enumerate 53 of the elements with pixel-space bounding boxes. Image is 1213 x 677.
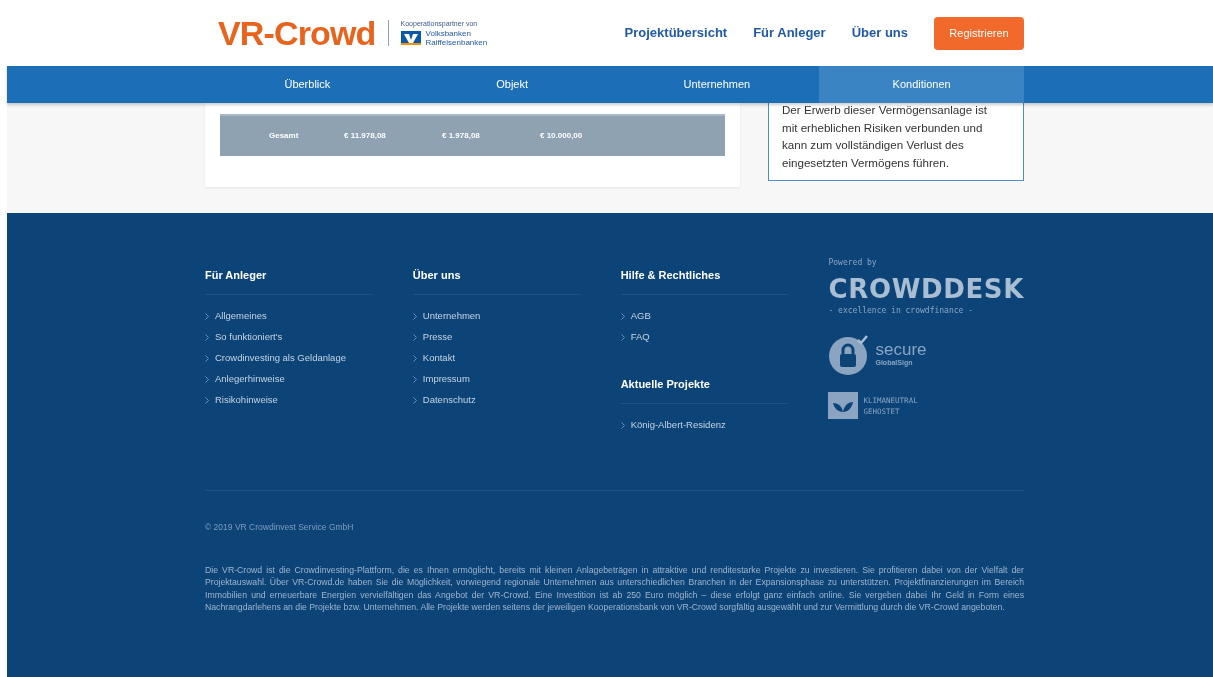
padlock-icon (828, 334, 871, 376)
section-tab[interactable]: Konditionen (819, 66, 1024, 103)
footer-heading: Aktuelle Projekte (620, 378, 710, 390)
footer-link[interactable]: Datenschutz (422, 393, 476, 408)
crowddesk-tagline: - excellence in crowdfinance - (828, 305, 974, 317)
chevron-icon (412, 397, 417, 404)
footer-link[interactable]: Risikohinweise (215, 393, 278, 408)
nav-link[interactable]: Über uns (851, 23, 908, 43)
chevron-icon (205, 313, 209, 320)
crowddesk-logo[interactable]: CROWDDESK (828, 276, 1024, 302)
chevron-icon (205, 397, 209, 404)
summary-cell-text: € 10.000,00 (540, 130, 584, 142)
about-text: Die VR-Crowd ist die Crowdinvesting-Plattform, die es Ihnen ermöglicht, bereits mit kleinen Anlagebeträgen in attraktive und renditestarke Projekte zu investieren. Sie profitieren dabei von der Vielfalt der Projektauswahl. Über VR-Crowd.de haben Sie die Möglichkeit, vorwiegend regionale Unternehmen aus unterschiedlichen Branchen in der Expansionsphase zu unterstützen. Projektfinanzierungen im Bereich Immobilien und erneuerbare Energien vervielfältigen das Angebot der VR-Crowd. Eine Investition ist ab 250 Euro möglich – diese erfolgt ganz einfach online. Sie vergeben dabei Ihr Geld in Form eines Nachrangdarlehens an die Projekte bzw. Unternehmen. Alle Projekte werden seitens der jeweiligen Kooperationsbank von VR-Crowd sorgfältig ausgewählt und zur Vermittlung durch die VR-Crowd angeboten. (205, 564, 1024, 614)
risk-notice: Der Erwerb dieser Vermögensanlage ist mit erheblichen Risiken verbunden und kann zum vollständigen Verlust des eingesetzten Vermögens führen. (782, 103, 988, 171)
footer-link[interactable]: Presse (422, 330, 453, 345)
partner-name: Raiffeisenbanken (425, 37, 488, 47)
section-tab[interactable]: Überblick (205, 66, 410, 103)
footer-link[interactable]: Anlegerhinweise (215, 372, 285, 387)
chevron-icon (620, 313, 625, 320)
summary-cell-text: € 11.978,08 (344, 130, 387, 142)
summary-cell-text: Gesamt (269, 130, 300, 142)
footer-heading: Über uns (412, 269, 461, 281)
footer-link[interactable]: Unternehmen (422, 309, 481, 324)
copyright-text: © 2019 VR Crowdinvest Service GmbH (205, 522, 354, 532)
chevron-icon (412, 355, 417, 362)
bank-logo-icon (400, 30, 421, 45)
chevron-icon (205, 376, 209, 383)
footer-link[interactable]: Crowdinvesting als Geldanlage (215, 351, 346, 366)
footer-link[interactable]: König-Albert-Residenz (630, 418, 726, 433)
section-tab[interactable]: Objekt (409, 66, 615, 103)
footer-heading: Hilfe & Rechtliches (620, 269, 721, 281)
chevron-icon (620, 422, 625, 429)
nav-link[interactable]: Projektübersicht (624, 23, 728, 43)
footer-link[interactable]: Impressum (422, 372, 470, 387)
partner-name: Volksbanken (425, 28, 472, 38)
footer-link[interactable]: FAQ (630, 330, 650, 345)
footer-link[interactable]: AGB (630, 309, 651, 324)
footer-link[interactable]: Allgemeines (215, 309, 267, 324)
chevron-icon (412, 334, 417, 341)
chevron-icon (412, 313, 417, 320)
nav-link[interactable]: Für Anleger (753, 23, 826, 43)
section-tab[interactable]: Unternehmen (614, 66, 820, 103)
chevron-icon (620, 334, 625, 341)
footer-link[interactable]: Kontakt (422, 351, 456, 366)
chevron-icon (205, 334, 209, 341)
leaf-icon (828, 392, 859, 419)
powered-by-label: Powered by (828, 257, 878, 269)
footer-link[interactable]: So funktioniert's (215, 330, 283, 345)
chevron-icon (205, 355, 209, 362)
chevron-icon (412, 376, 417, 383)
footer-heading: Für Anleger (205, 269, 267, 281)
summary-cell-text: € 1.978,08 (442, 130, 481, 142)
secure-label: secure (875, 341, 927, 359)
